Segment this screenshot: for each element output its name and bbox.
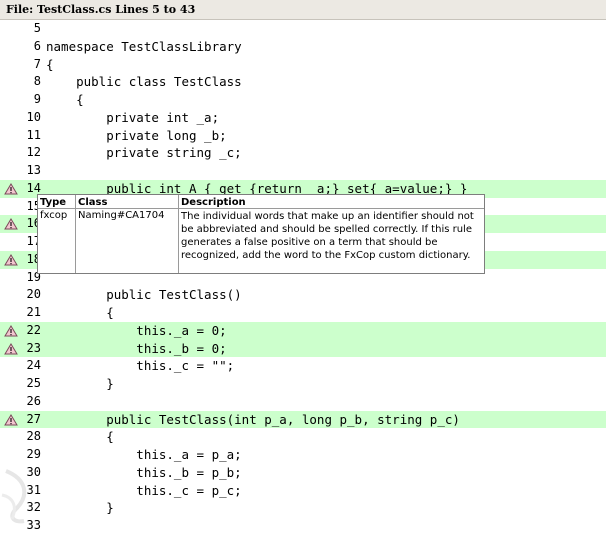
line-code: { bbox=[46, 56, 54, 72]
watermark-logo bbox=[1, 469, 27, 524]
code-line: 8 public class TestClass bbox=[0, 73, 606, 91]
line-code: private long _b; bbox=[46, 127, 227, 143]
code-line: 29 this._a = p_a; bbox=[0, 446, 606, 464]
tooltip-cell-description: The individual words that make up an ide… bbox=[181, 211, 474, 261]
tooltip-header-description: Description bbox=[181, 197, 246, 208]
line-number: 12 bbox=[26, 145, 41, 160]
line-number: 29 bbox=[26, 447, 41, 461]
line-number: 6 bbox=[33, 38, 41, 53]
code-line: 28 { bbox=[0, 428, 606, 446]
line-number: 14 bbox=[26, 180, 41, 195]
line-number: 27 bbox=[26, 411, 41, 426]
code-line: 10 private int _a; bbox=[0, 109, 606, 127]
line-code: this._b = 0; bbox=[46, 340, 227, 356]
line-code: this._a = 0; bbox=[46, 322, 227, 338]
file-header-title: File: TestClass.cs Lines 5 to 43 bbox=[6, 3, 196, 16]
code-line: 13 bbox=[0, 162, 606, 180]
tooltip-cell-type: fxcop bbox=[40, 210, 68, 221]
code-line: 22 this._a = 0; bbox=[0, 321, 606, 340]
line-number: 10 bbox=[26, 109, 41, 124]
tooltip-header-type: Type bbox=[40, 197, 67, 208]
line-code: { bbox=[46, 429, 114, 445]
line-number: 24 bbox=[26, 358, 41, 373]
code-line: 30 this._b = p_b; bbox=[0, 464, 606, 482]
line-number: 11 bbox=[26, 127, 41, 142]
file-header: File: TestClass.cs Lines 5 to 43 bbox=[0, 0, 606, 20]
code-line: 12 private string _c; bbox=[0, 144, 606, 162]
code-line: 26 bbox=[0, 393, 606, 411]
line-number: 23 bbox=[26, 340, 41, 355]
code-line: 20 public TestClass() bbox=[0, 286, 606, 304]
code-line: 24 this._c = ""; bbox=[0, 357, 606, 375]
code-line: 27 public TestClass(int p_a, long p_b, s… bbox=[0, 410, 606, 429]
line-code: namespace TestClassLibrary bbox=[46, 38, 242, 54]
line-code: public class TestClass bbox=[46, 74, 242, 90]
line-code: this._c = p_c; bbox=[46, 482, 242, 498]
line-number: 9 bbox=[33, 92, 41, 106]
code-line: 5 bbox=[0, 20, 606, 38]
line-code: public TestClass() bbox=[46, 287, 242, 303]
tooltip-cell-class: Naming#CA1704 bbox=[78, 210, 165, 221]
code-line: 11 private long _b; bbox=[0, 127, 606, 145]
tooltip-header-class: Class bbox=[78, 197, 108, 208]
line-number: 19 bbox=[26, 269, 41, 284]
code-line: 23 this._b = 0; bbox=[0, 339, 606, 358]
code-line: 9 { bbox=[0, 91, 606, 109]
code-line: 31 this._c = p_c; bbox=[0, 482, 606, 500]
line-code: private int _a; bbox=[46, 109, 220, 125]
line-code: this._c = ""; bbox=[46, 358, 235, 374]
line-number: 18 bbox=[26, 251, 41, 266]
line-number: 16 bbox=[26, 216, 41, 231]
issue-tooltip: Type Class Description fxcop Naming#CA17… bbox=[37, 194, 485, 274]
line-number: 21 bbox=[26, 305, 41, 319]
line-number: 20 bbox=[26, 287, 41, 302]
code-line: 33 bbox=[0, 517, 606, 535]
line-number: 8 bbox=[33, 74, 41, 89]
line-number: 7 bbox=[33, 56, 41, 71]
line-code: private string _c; bbox=[46, 145, 242, 161]
tooltip-col-divider bbox=[178, 195, 179, 273]
line-number: 13 bbox=[26, 163, 41, 177]
line-number: 25 bbox=[26, 376, 41, 390]
line-code: { bbox=[46, 92, 84, 107]
tooltip-header-divider bbox=[38, 208, 484, 209]
code-line: 7{ bbox=[0, 56, 606, 74]
line-code: public TestClass(int p_a, long p_b, stri… bbox=[46, 411, 460, 427]
code-line: 6 namespace TestClassLibrary bbox=[0, 38, 606, 56]
code-line: 25 } bbox=[0, 375, 606, 393]
line-code: } bbox=[46, 500, 114, 516]
tooltip-col-divider bbox=[75, 195, 76, 273]
line-code: { bbox=[46, 305, 114, 320]
line-number: 22 bbox=[26, 322, 41, 337]
code-line: 21 { bbox=[0, 304, 606, 322]
line-number: 17 bbox=[26, 234, 41, 248]
line-code: this._a = p_a; bbox=[46, 447, 242, 462]
code-line: 32 } bbox=[0, 499, 606, 517]
line-code: this._b = p_b; bbox=[46, 464, 242, 480]
line-number: 28 bbox=[26, 429, 41, 444]
line-number: 5 bbox=[33, 21, 41, 35]
line-code: } bbox=[46, 376, 114, 391]
line-number: 15 bbox=[26, 198, 41, 213]
line-number: 26 bbox=[26, 393, 41, 408]
